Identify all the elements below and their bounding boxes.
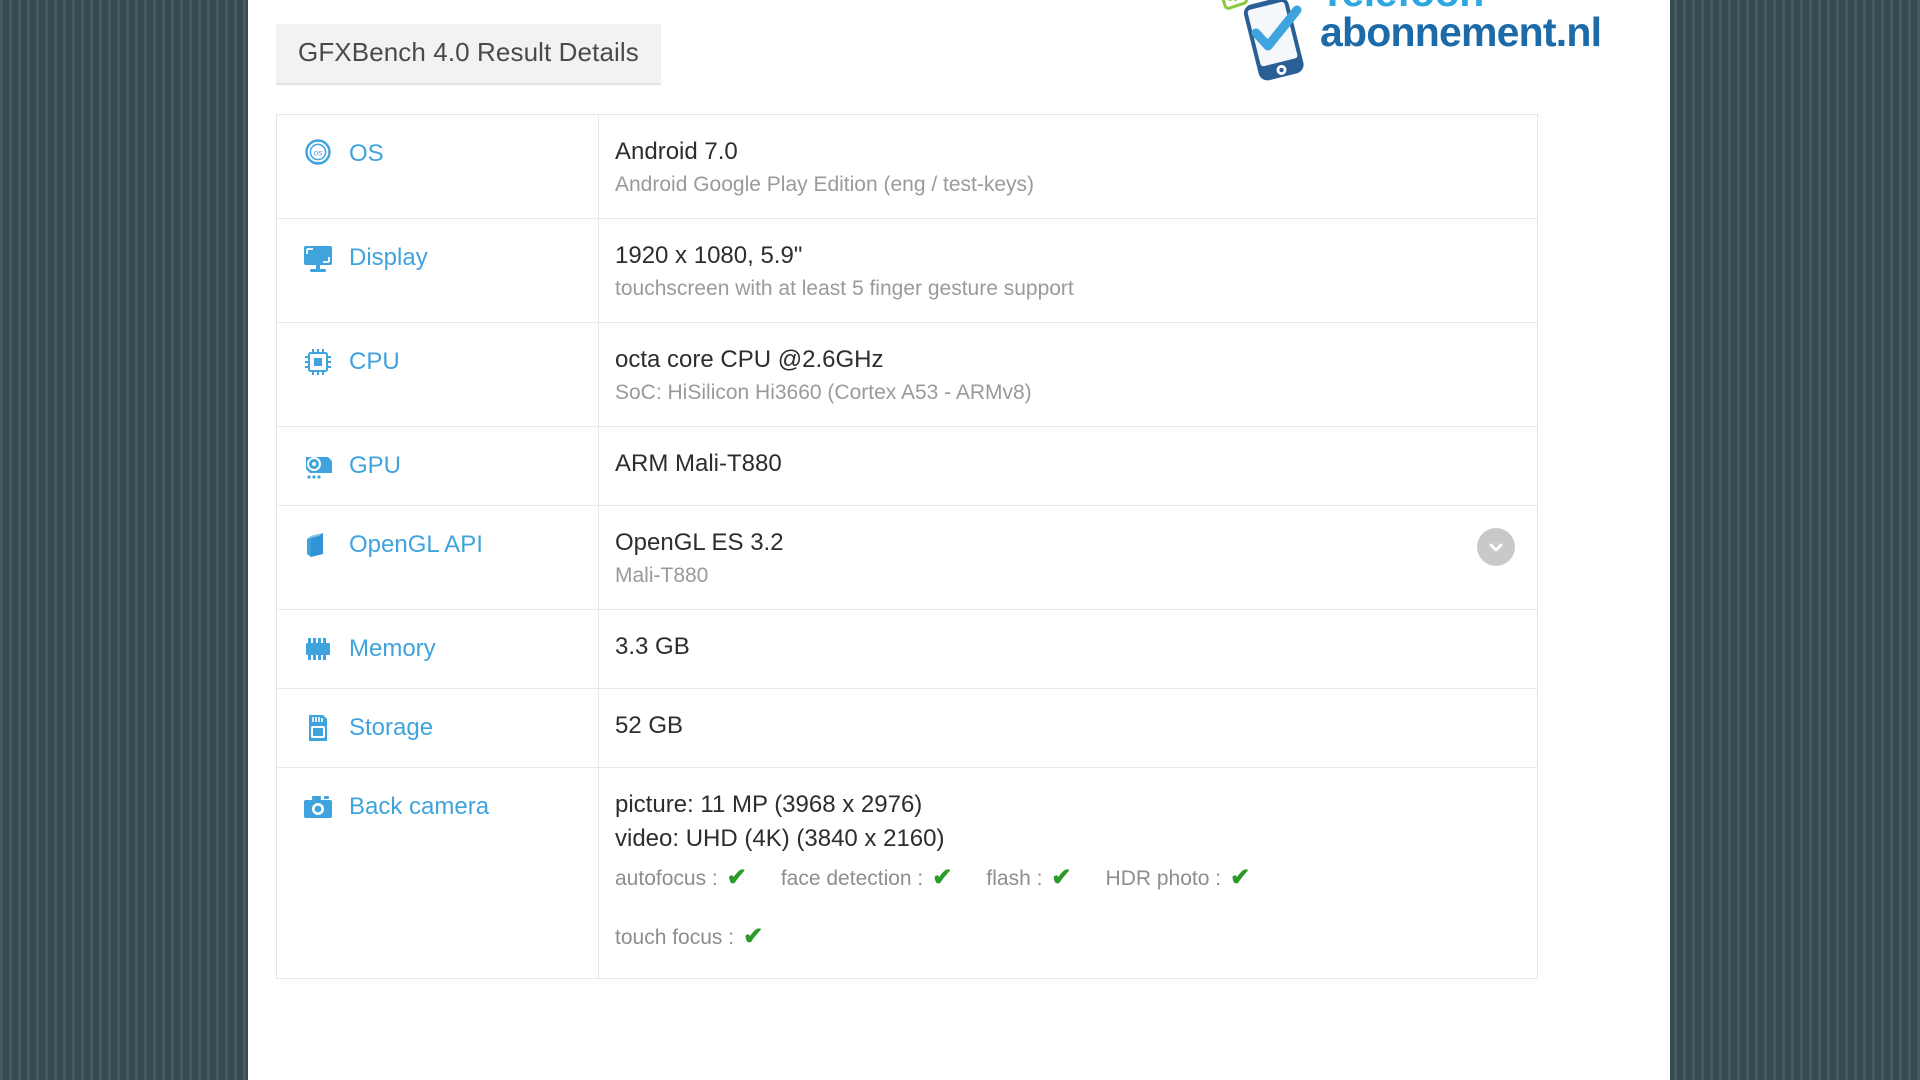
camera-feature: touch focus : ✔ bbox=[615, 925, 763, 950]
spec-value-main: 52 GB bbox=[615, 712, 684, 739]
spec-value-main: 1920 x 1080, 5.9" bbox=[615, 242, 803, 269]
spec-value-main: Android 7.0 bbox=[615, 138, 738, 165]
logo-line-2: abonnement.nl bbox=[1320, 9, 1602, 56]
spec-value-cell: 52 GB bbox=[599, 689, 1537, 767]
spec-value-sub: Mali-T880 bbox=[615, 564, 709, 587]
site-logo[interactable]: Telefoon abonnement.nl bbox=[1212, 0, 1602, 88]
memory-icon bbox=[297, 632, 339, 666]
spec-value-cell: ARM Mali-T880 bbox=[599, 427, 1537, 505]
spec-value-cell: picture: 11 MP (3968 x 2976) video: UHD … bbox=[599, 768, 1537, 978]
spec-label-cell: Memory bbox=[277, 610, 599, 688]
spec-value-main: 3.3 GB bbox=[615, 633, 690, 660]
phone-check-logo-icon bbox=[1220, 0, 1314, 86]
spec-value-sub: touchscreen with at least 5 finger gestu… bbox=[615, 277, 1074, 300]
check-icon: ✔ bbox=[1051, 864, 1072, 891]
camera-feature-label: HDR photo : bbox=[1105, 867, 1222, 890]
camera-features-row-1: autofocus : ✔ face detection : ✔ flash :… bbox=[615, 866, 1537, 891]
spec-value-main: OpenGL ES 3.2 bbox=[615, 529, 784, 556]
spec-label: OS bbox=[349, 140, 384, 167]
spec-label: OpenGL API bbox=[349, 531, 483, 558]
logo-wordmark: Telefoon abonnement.nl bbox=[1320, 0, 1602, 56]
camera-feature-label: flash : bbox=[986, 867, 1043, 890]
spec-label-cell: OpenGL API bbox=[277, 506, 599, 609]
spec-label-cell: CPU bbox=[277, 323, 599, 426]
page-title: GFXBench 4.0 Result Details bbox=[276, 24, 661, 85]
table-row: Back camera picture: 11 MP (3968 x 2976)… bbox=[277, 768, 1537, 979]
spec-label-cell: GPU bbox=[277, 427, 599, 505]
storage-icon bbox=[297, 711, 339, 745]
table-row: OpenGL API OpenGL ES 3.2 Mali-T880 bbox=[277, 506, 1537, 610]
spec-label-cell: Back camera bbox=[277, 768, 599, 978]
camera-feature-label: face detection : bbox=[780, 867, 924, 890]
table-row: os OS Android 7.0 Android Google Play Ed… bbox=[277, 115, 1537, 219]
spec-label: GPU bbox=[349, 452, 402, 479]
table-row: CPU octa core CPU @2.6GHz SoC: HiSilicon… bbox=[277, 323, 1537, 427]
spec-value-main: octa core CPU @2.6GHz bbox=[615, 346, 884, 373]
opengl-icon bbox=[297, 528, 339, 562]
spec-value-cell: octa core CPU @2.6GHz SoC: HiSilicon Hi3… bbox=[599, 323, 1537, 426]
camera-feature: flash : ✔ bbox=[986, 866, 1071, 891]
cpu-icon bbox=[297, 345, 339, 379]
spec-label-cell: os OS bbox=[277, 115, 599, 218]
specs-table: os OS Android 7.0 Android Google Play Ed… bbox=[276, 114, 1538, 979]
spec-label: Storage bbox=[349, 714, 434, 741]
spec-value-cell: OpenGL ES 3.2 Mali-T880 bbox=[599, 506, 1537, 609]
camera-feature: HDR photo : ✔ bbox=[1106, 866, 1251, 891]
spec-value-cell: 1920 x 1080, 5.9" touchscreen with at le… bbox=[599, 219, 1537, 322]
chevron-down-icon bbox=[1486, 537, 1506, 557]
os-icon: os bbox=[297, 137, 339, 171]
spec-value-sub: Android Google Play Edition (eng / test-… bbox=[615, 173, 1035, 196]
camera-feature-label: autofocus : bbox=[615, 867, 718, 890]
table-row: Display 1920 x 1080, 5.9" touchscreen wi… bbox=[277, 219, 1537, 323]
check-icon: ✔ bbox=[726, 864, 747, 891]
check-icon: ✔ bbox=[743, 923, 764, 950]
table-row: Storage 52 GB bbox=[277, 689, 1537, 768]
table-row: GPU ARM Mali-T880 bbox=[277, 427, 1537, 506]
spec-label: Memory bbox=[349, 635, 436, 662]
expand-opengl-button[interactable] bbox=[1477, 528, 1515, 566]
check-icon: ✔ bbox=[1230, 864, 1251, 891]
check-icon: ✔ bbox=[932, 864, 953, 891]
svg-text:os: os bbox=[314, 148, 324, 158]
spec-label-cell: Storage bbox=[277, 689, 599, 767]
spec-value-main: ARM Mali-T880 bbox=[615, 450, 782, 477]
camera-picture-spec: picture: 11 MP (3968 x 2976) bbox=[615, 791, 923, 818]
camera-icon bbox=[297, 790, 339, 824]
spec-value-cell: 3.3 GB bbox=[599, 610, 1537, 688]
spec-value-cell: Android 7.0 Android Google Play Edition … bbox=[599, 115, 1537, 218]
spec-label: Display bbox=[349, 244, 428, 271]
camera-feature-label: touch focus : bbox=[615, 926, 735, 949]
camera-video-spec: video: UHD (4K) (3840 x 2160) bbox=[615, 825, 945, 852]
spec-value-sub: SoC: HiSilicon Hi3660 (Cortex A53 - ARMv… bbox=[615, 381, 1032, 404]
spec-label: Back camera bbox=[349, 793, 490, 820]
gpu-icon bbox=[297, 449, 339, 483]
page-header: GFXBench 4.0 Result Details abonnement.n… bbox=[248, 0, 1670, 108]
table-row: Memory 3.3 GB bbox=[277, 610, 1537, 689]
display-icon bbox=[297, 241, 339, 275]
spec-label: CPU bbox=[349, 348, 400, 375]
result-details-page: GFXBench 4.0 Result Details abonnement.n… bbox=[248, 0, 1670, 1080]
camera-feature: face detection : ✔ bbox=[781, 866, 953, 891]
spec-label-cell: Display bbox=[277, 219, 599, 322]
camera-features-row-2: touch focus : ✔ bbox=[615, 925, 1537, 950]
camera-feature: autofocus : ✔ bbox=[615, 866, 747, 891]
